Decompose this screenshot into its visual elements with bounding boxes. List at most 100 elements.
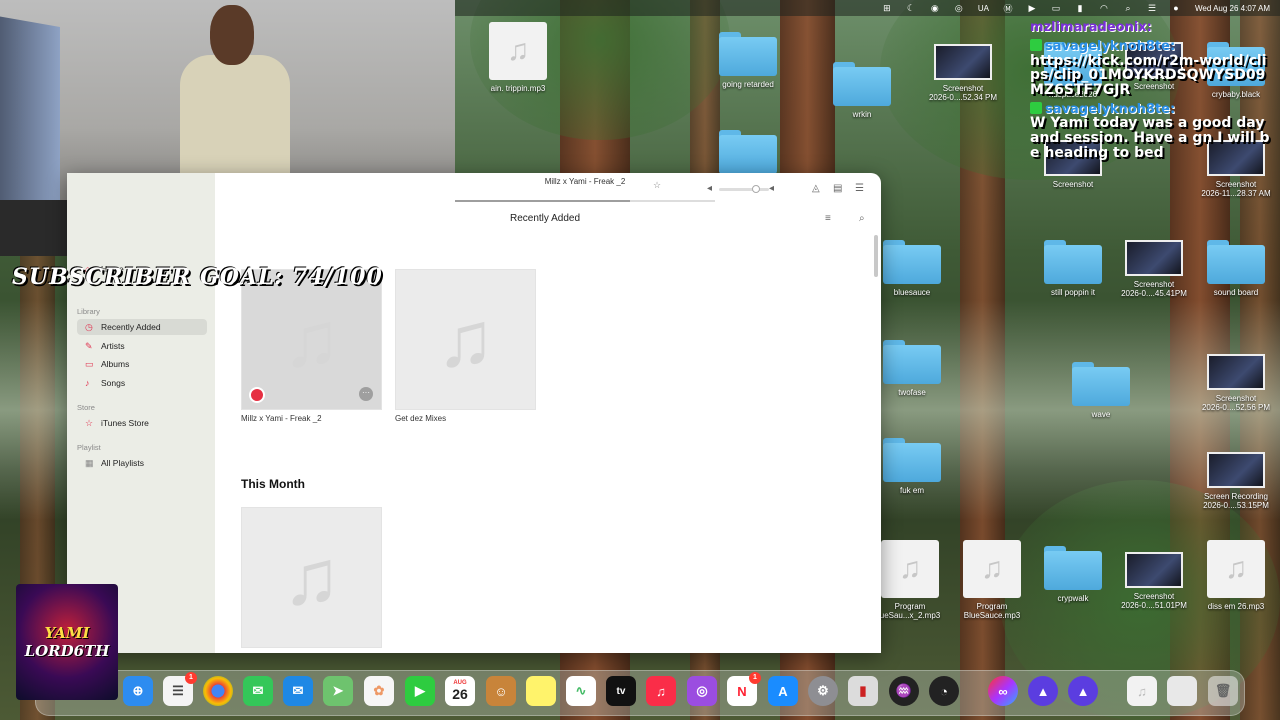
grid-icon[interactable]: ⊞ [882, 3, 892, 13]
mail-icon[interactable]: ✉ [283, 676, 313, 706]
desktop-folder[interactable] [708, 130, 788, 178]
moon-icon[interactable]: ☾ [906, 3, 916, 13]
desktop-screenshot[interactable]: Screenshot 2026-0....52.56 PM [1196, 354, 1276, 412]
wifi-icon[interactable]: ◠ [1099, 3, 1109, 13]
settings-icon[interactable]: ⚙ [808, 676, 838, 706]
menu-bar: ⊞ ☾ ◉ ◎ UA Ⓜ ▶ ▭ ▮ ◠ ⌕ ☰ ● Wed Aug 26 4:… [455, 0, 1280, 16]
desktop-folder[interactable]: fuk em [872, 438, 952, 495]
desktop-folder[interactable]: sound board [1196, 240, 1276, 297]
album-title[interactable]: Millz x Yami - Freak _2 [241, 414, 322, 423]
affinity-2-icon[interactable]: ▲ [1068, 676, 1098, 706]
notes-icon[interactable] [526, 676, 556, 706]
now-playing-title[interactable]: Millz x Yami - Freak _2 [455, 177, 715, 207]
news-icon[interactable]: N1 [727, 672, 761, 706]
reminders-icon[interactable]: ☰ 1 [163, 672, 197, 706]
more-options-button[interactable]: ··· [359, 387, 373, 401]
play-button[interactable] [249, 387, 265, 403]
safari-icon[interactable]: ⊕ [123, 676, 153, 706]
lyrics-icon[interactable]: ▤ [833, 183, 842, 194]
search-icon[interactable]: ⌕ [859, 213, 865, 224]
desktop-file[interactable]: ♫ Program BlueSauce.mp3 [952, 540, 1032, 620]
desktop-screenshot[interactable]: Screenshot 2026-0....52.34 PM [923, 44, 1003, 102]
sort-icon[interactable]: ≡ [825, 213, 831, 224]
menubar-clock[interactable]: Wed Aug 26 4:07 AM [1195, 4, 1270, 13]
battery-icon[interactable]: ▮ [1075, 3, 1085, 13]
music-file-icon: ♫ [881, 540, 939, 598]
scrollbar[interactable] [874, 235, 878, 277]
desktop-folder[interactable]: wave [1061, 362, 1141, 419]
desktop-file[interactable]: ♫ diss em 26.mp3 [1196, 540, 1276, 611]
sidebar-item-recently-added[interactable]: ◷ Recently Added [77, 319, 207, 335]
volume-knob[interactable] [752, 185, 760, 193]
desktop-file[interactable]: ♫ ain. trippin.mp3 [478, 22, 558, 93]
sidebar-item-itunes-store[interactable]: ☆ iTunes Store [77, 415, 207, 431]
podcasts-icon[interactable]: ◎ [687, 676, 717, 706]
album-artwork[interactable]: ♫ [395, 269, 536, 410]
airplay-icon[interactable]: ◬ [812, 183, 820, 194]
volume-slider[interactable] [719, 188, 769, 191]
facetime-icon[interactable]: ▶ [405, 676, 435, 706]
sidebar-item-artists[interactable]: ✎ Artists [77, 338, 207, 354]
affinity-icon[interactable]: ▲ [1028, 676, 1058, 706]
apple-tv-icon[interactable]: tv [606, 676, 636, 706]
favorite-star-icon[interactable]: ☆ [653, 180, 661, 191]
desktop-file[interactable]: ♫ Program ueSau...x_2.mp3 [870, 540, 950, 620]
record-icon[interactable]: ◉ [930, 3, 940, 13]
desktop-folder[interactable]: crypwalk [1033, 546, 1113, 603]
desktop-screenshot[interactable]: Screenshot 2026-0....51.01PM [1114, 552, 1194, 610]
calendar-icon[interactable]: AUG 26 [445, 676, 475, 706]
photos-icon[interactable]: ✿ [364, 676, 394, 706]
badge-icon [1030, 102, 1042, 115]
desktop-screenshot[interactable]: Screenshot 2026-0....45.41PM [1114, 240, 1194, 298]
chat-message: mzlimaradeonix: [1030, 18, 1275, 35]
desktop-folder[interactable]: bluesauce [872, 240, 952, 297]
folder-icon [719, 32, 777, 76]
audio-app-icon[interactable]: ♒ [889, 676, 919, 706]
music-file-icon[interactable]: ♫ [1127, 676, 1157, 706]
creative-cloud-icon[interactable]: ∞ [988, 676, 1018, 706]
folder-icon [1072, 362, 1130, 406]
playback-track [630, 200, 715, 202]
camera-icon[interactable]: ◎ [954, 3, 964, 13]
audio-app-2-icon[interactable]: ◔ [929, 676, 959, 706]
music-icon[interactable]: ♫ [646, 676, 676, 706]
album-title[interactable]: Get dez Mixes [395, 414, 446, 423]
chrome-icon[interactable] [203, 676, 233, 706]
trash-icon[interactable]: 🗑 [1208, 676, 1238, 706]
grid-icon: ▦ [85, 457, 94, 468]
queue-icon[interactable]: ☰ [855, 183, 864, 194]
volume-low-icon: ◂ [707, 183, 713, 194]
messages-icon[interactable]: ✉ [243, 676, 273, 706]
microphone-icon: ✎ [85, 340, 93, 351]
playback-progress[interactable] [455, 200, 630, 202]
documents-stack-icon[interactable] [1167, 676, 1197, 706]
desktop-folder[interactable]: wrkin [822, 62, 902, 119]
play-icon[interactable]: ▶ [1027, 3, 1037, 13]
chat-message: savagelyknoh8te: W Yami today was a good … [1030, 100, 1275, 161]
input-source[interactable]: UA [978, 4, 989, 13]
sidebar-item-all-playlists[interactable]: ▦ All Playlists [77, 455, 207, 471]
desktop-folder[interactable]: going retarded [708, 32, 788, 89]
desktop-folder[interactable]: still poppin it [1033, 240, 1113, 297]
section-header-this-month: This Month [241, 477, 305, 491]
screenshot-thumbnail [1125, 552, 1183, 588]
maps-icon[interactable]: ➤ [323, 676, 353, 706]
siri-icon[interactable]: ● [1171, 3, 1181, 13]
album-artwork[interactable]: ♫ [241, 507, 382, 648]
star-icon: ☆ [85, 417, 94, 428]
window-icon[interactable]: ▭ [1051, 3, 1061, 13]
sidebar-item-songs[interactable]: ♪ Songs [77, 375, 207, 391]
freeform-icon[interactable]: ∿ [566, 676, 596, 706]
contacts-icon[interactable]: ☺ [486, 676, 516, 706]
chat-username: savagelyknoh8te: [1045, 101, 1176, 117]
m-icon[interactable]: Ⓜ [1003, 3, 1013, 14]
search-icon[interactable]: ⌕ [1123, 3, 1133, 13]
desktop-screenshot[interactable]: Screen Recording 2026-0....53.15PM [1196, 452, 1276, 510]
sidebar-item-albums[interactable]: ▭ Albums [77, 356, 207, 372]
app-icon[interactable]: ▮ [848, 676, 878, 706]
app-store-icon[interactable]: A [768, 676, 798, 706]
music-sidebar: ⌂ Home Library ◷ Recently Added ✎ Artists ▭… [67, 173, 215, 653]
desktop-folder[interactable]: twofase [872, 340, 952, 397]
chat-overlay: mzlimaradeonix: savagelyknoh8te: https://… [1030, 18, 1275, 163]
control-center-icon[interactable]: ☰ [1147, 3, 1157, 13]
